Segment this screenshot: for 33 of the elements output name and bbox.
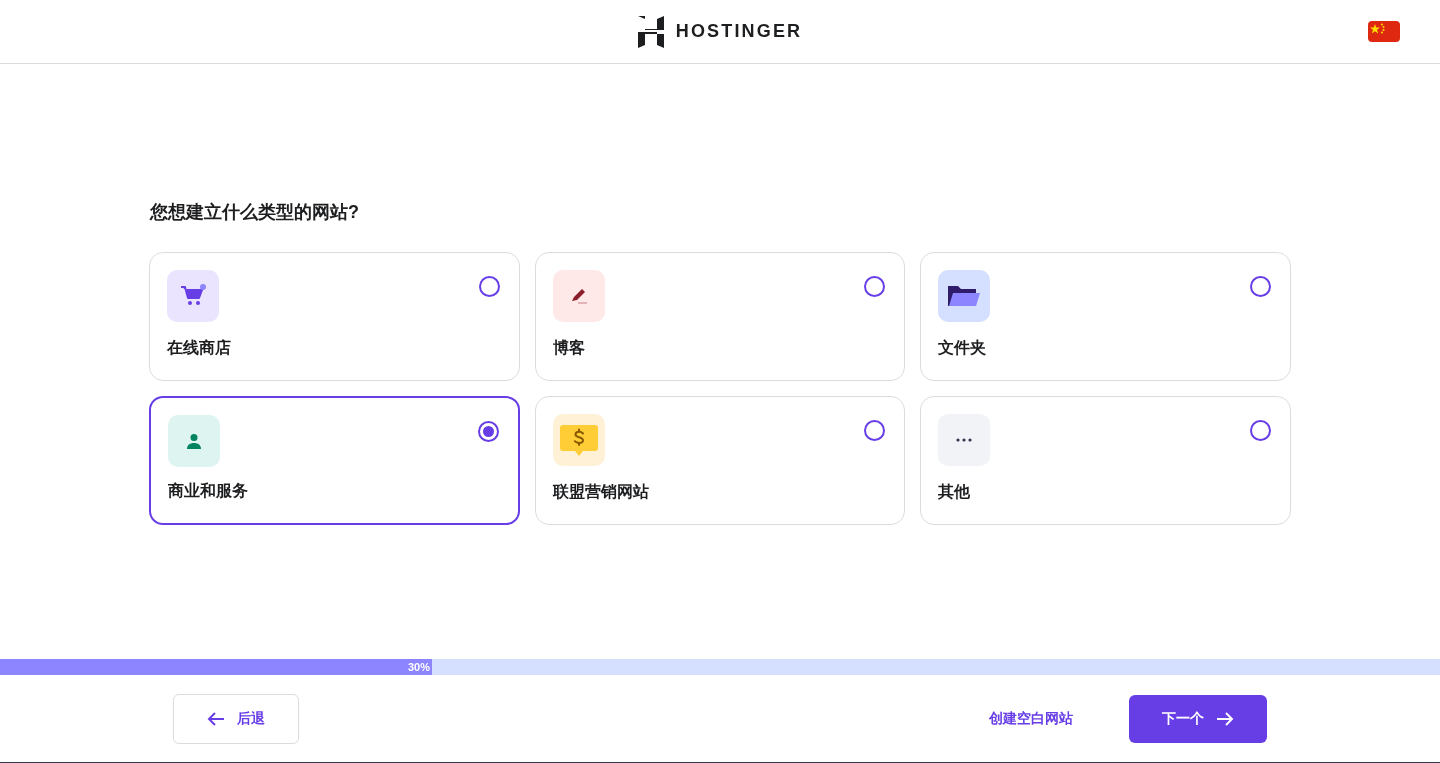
more-icon <box>956 438 973 442</box>
dollar-speech-bubble-icon <box>558 423 599 457</box>
cart-icon <box>180 284 206 308</box>
card-label: 联盟营销网站 <box>552 482 650 502</box>
radio-button[interactable] <box>1250 420 1271 441</box>
card-label: 在线商店 <box>167 338 232 358</box>
website-type-card[interactable]: 文件夹 <box>920 252 1291 381</box>
radio-button[interactable] <box>864 276 886 297</box>
person-icon <box>186 433 202 449</box>
card-label: 商业和服务 <box>168 481 249 501</box>
radio-button[interactable] <box>478 276 500 297</box>
website-type-card[interactable]: 在线商店 <box>149 252 520 381</box>
card-label: 文件夹 <box>938 338 988 358</box>
create-blank-site-link[interactable]: 创建空白网站 <box>989 708 1073 729</box>
radio-button[interactable] <box>864 420 886 441</box>
card-label: 其他 <box>938 482 972 502</box>
website-type-card[interactable]: 其他 <box>920 396 1291 525</box>
website-type-card[interactable]: 联盟营销网站 <box>534 396 906 525</box>
progress-percent: 30% <box>407 659 430 675</box>
radio-button[interactable] <box>1250 276 1271 297</box>
radio-button[interactable] <box>477 421 499 442</box>
logo-icon <box>637 15 664 48</box>
question-heading: 您想建立什么类型的网站? <box>150 201 360 224</box>
arrow-right-icon <box>1216 710 1234 727</box>
folder-icon <box>947 284 982 308</box>
website-type-card[interactable]: 博客 <box>534 252 906 381</box>
back-button[interactable]: 后退 <box>173 693 299 744</box>
brand-name: HOSTINGER <box>675 20 803 43</box>
website-type-card[interactable]: 商业和服务 <box>149 396 520 525</box>
next-button[interactable]: 下一个 <box>1129 694 1267 743</box>
arrow-left-icon <box>207 710 225 727</box>
card-label: 博客 <box>552 338 586 358</box>
china-flag-icon[interactable] <box>1368 21 1400 42</box>
